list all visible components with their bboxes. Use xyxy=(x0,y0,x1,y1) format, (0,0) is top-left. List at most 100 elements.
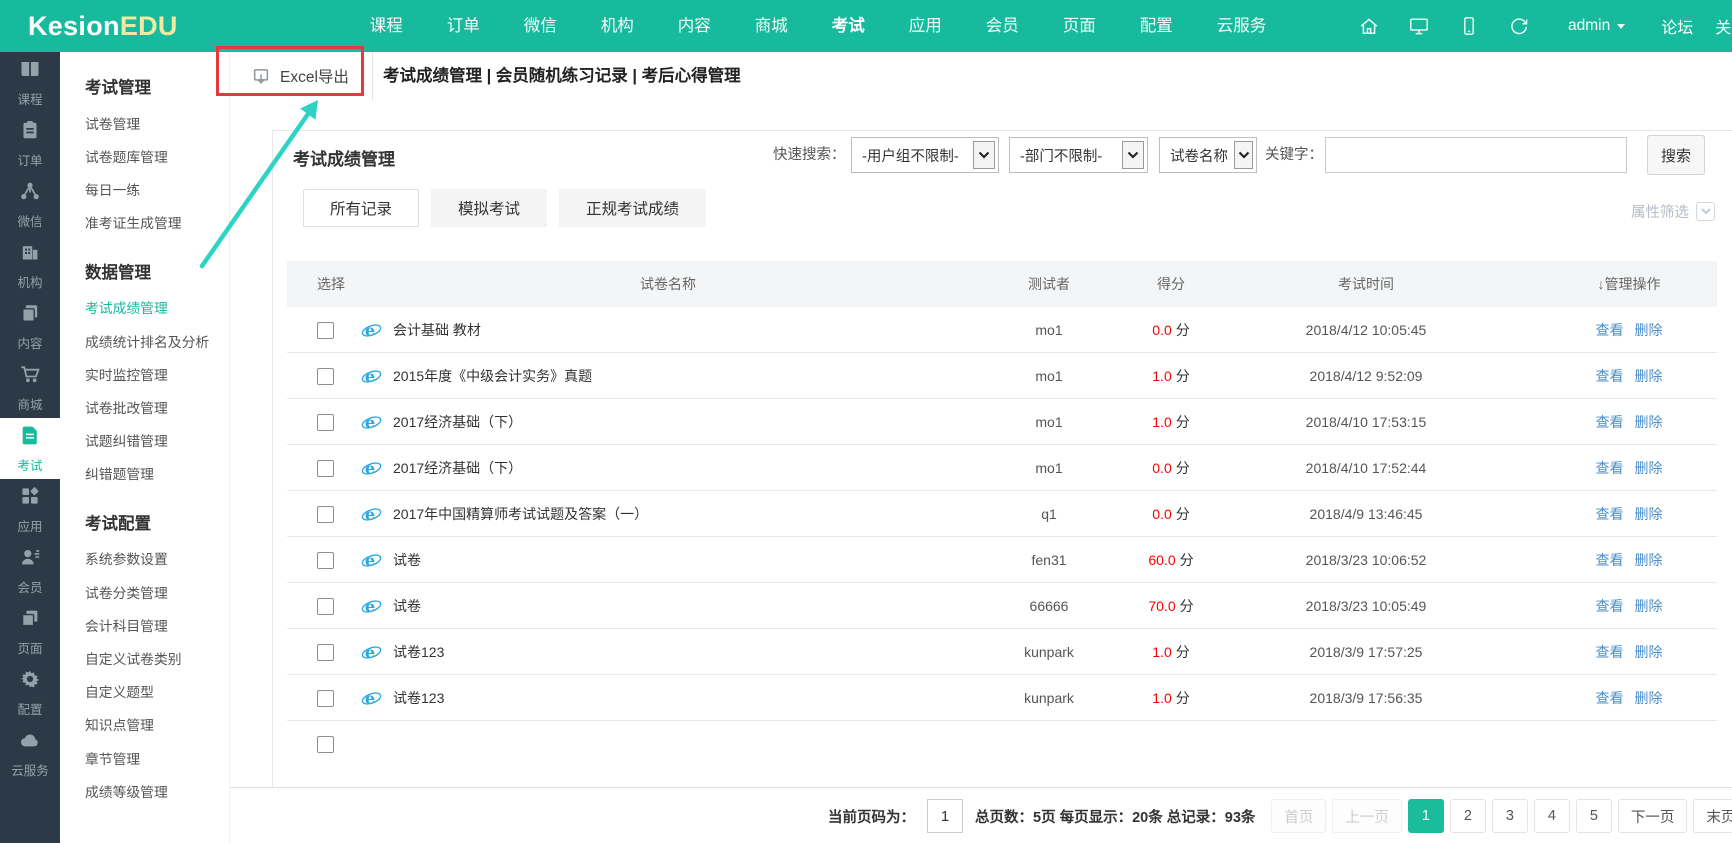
home-icon[interactable] xyxy=(1358,15,1380,37)
page-button-2[interactable]: 2 xyxy=(1450,799,1486,833)
svg-text:e: e xyxy=(365,550,375,569)
excel-export-button[interactable]: Excel导出 xyxy=(252,52,349,100)
tab-2[interactable]: 正规考试成绩 xyxy=(559,189,706,227)
forum-link[interactable]: 论坛 xyxy=(1661,14,1693,38)
row-checkbox[interactable] xyxy=(317,690,334,707)
sidebar-item-1[interactable]: 订单 xyxy=(0,113,60,174)
delete-link[interactable]: 删除 xyxy=(1635,458,1663,478)
sidebar-item-0[interactable]: 课程 xyxy=(0,52,60,113)
delete-link[interactable]: 删除 xyxy=(1635,550,1663,570)
search-field-select[interactable]: 试卷名称 xyxy=(1159,137,1257,173)
delete-link[interactable]: 删除 xyxy=(1635,366,1663,386)
topnav-item-1[interactable]: 订单 xyxy=(425,0,502,52)
row-checkbox[interactable] xyxy=(317,506,334,523)
sidebar-item-9[interactable]: 页面 xyxy=(0,601,60,662)
page-button-4[interactable]: 4 xyxy=(1534,799,1570,833)
department-select[interactable]: -部门不限制- xyxy=(1009,137,1148,173)
search-button[interactable]: 搜索 xyxy=(1647,135,1705,175)
submenu-item-2-0[interactable]: 系统参数设置 xyxy=(85,542,229,575)
submenu-item-2-4[interactable]: 自定义题型 xyxy=(85,675,229,708)
topnav-item-7[interactable]: 应用 xyxy=(887,0,964,52)
row-checkbox[interactable] xyxy=(317,414,334,431)
tab-1[interactable]: 模拟考试 xyxy=(431,189,547,227)
page-button-3[interactable]: 3 xyxy=(1492,799,1528,833)
topnav-item-11[interactable]: 云服务 xyxy=(1195,0,1289,52)
submenu-item-2-6[interactable]: 章节管理 xyxy=(85,741,229,774)
topnav-item-6[interactable]: 考试 xyxy=(810,0,887,52)
page-button-末页[interactable]: 末页 xyxy=(1693,799,1732,833)
topnav-item-8[interactable]: 会员 xyxy=(964,0,1041,52)
view-link[interactable]: 查看 xyxy=(1596,320,1624,340)
delete-link[interactable]: 删除 xyxy=(1635,688,1663,708)
submenu-item-2-3[interactable]: 自定义试卷类别 xyxy=(85,641,229,674)
topnav-item-0[interactable]: 课程 xyxy=(348,0,425,52)
submenu-item-1-1[interactable]: 成绩统计排名及分析 xyxy=(85,324,229,357)
delete-link[interactable]: 删除 xyxy=(1635,596,1663,616)
topnav-item-2[interactable]: 微信 xyxy=(502,0,579,52)
refresh-icon[interactable] xyxy=(1508,15,1530,37)
submenu-item-0-1[interactable]: 试卷题库管理 xyxy=(85,139,229,172)
sidebar-item-2[interactable]: 微信 xyxy=(0,174,60,235)
view-link[interactable]: 查看 xyxy=(1596,688,1624,708)
current-page-input[interactable] xyxy=(927,799,963,833)
page-button-下一页[interactable]: 下一页 xyxy=(1618,799,1688,833)
submenu-item-1-0[interactable]: 考试成绩管理 xyxy=(85,291,229,324)
submenu-item-2-7[interactable]: 成绩等级管理 xyxy=(85,774,229,807)
view-link[interactable]: 查看 xyxy=(1596,596,1624,616)
submenu-item-2-5[interactable]: 知识点管理 xyxy=(85,708,229,741)
attribute-filter-toggle[interactable]: 属性筛选 xyxy=(1631,201,1715,222)
usergroup-select[interactable]: -用户组不限制- xyxy=(851,137,999,173)
row-checkbox[interactable] xyxy=(317,552,334,569)
admin-user-menu[interactable]: admin xyxy=(1568,17,1625,35)
submenu-item-2-1[interactable]: 试卷分类管理 xyxy=(85,575,229,608)
row-checkbox[interactable] xyxy=(317,644,334,661)
sidebar-item-label: 配置 xyxy=(17,699,42,718)
sidebar-item-4[interactable]: 内容 xyxy=(0,296,60,357)
tab-0[interactable]: 所有记录 xyxy=(303,189,419,227)
view-link[interactable]: 查看 xyxy=(1596,366,1624,386)
view-link[interactable]: 查看 xyxy=(1596,504,1624,524)
delete-link[interactable]: 删除 xyxy=(1635,412,1663,432)
sidebar-item-7[interactable]: 应用 xyxy=(0,479,60,540)
submenu-item-1-3[interactable]: 试卷批改管理 xyxy=(85,390,229,423)
sidebar-item-5[interactable]: 商城 xyxy=(0,357,60,418)
sidebar-item-11[interactable]: 云服务 xyxy=(0,723,60,784)
topnav-item-cut[interactable]: 关 xyxy=(1715,14,1731,38)
sidebar-item-10[interactable]: 配置 xyxy=(0,662,60,723)
delete-link[interactable]: 删除 xyxy=(1635,642,1663,662)
breadcrumb: 考试成绩管理 | 会员随机练习记录 | 考后心得管理 xyxy=(383,52,741,100)
topnav-item-5[interactable]: 商城 xyxy=(733,0,810,52)
view-link[interactable]: 查看 xyxy=(1596,642,1624,662)
submenu-item-1-4[interactable]: 试题纠错管理 xyxy=(85,424,229,457)
page-button-1[interactable]: 1 xyxy=(1408,799,1444,833)
submenu-item-0-0[interactable]: 试卷管理 xyxy=(85,106,229,139)
sidebar-item-8[interactable]: 会员 xyxy=(0,540,60,601)
submenu-item-1-2[interactable]: 实时监控管理 xyxy=(85,357,229,390)
view-link[interactable]: 查看 xyxy=(1596,412,1624,432)
delete-link[interactable]: 删除 xyxy=(1635,504,1663,524)
keyword-input[interactable] xyxy=(1325,137,1627,173)
submenu-item-0-2[interactable]: 每日一练 xyxy=(85,172,229,205)
view-link[interactable]: 查看 xyxy=(1596,550,1624,570)
topnav-item-4[interactable]: 内容 xyxy=(656,0,733,52)
page-button-5[interactable]: 5 xyxy=(1576,799,1612,833)
sidebar-item-6[interactable]: 考试 xyxy=(0,418,60,479)
monitor-icon[interactable] xyxy=(1408,15,1430,37)
tester-cell: mo1 xyxy=(1035,445,1062,491)
row-checkbox[interactable] xyxy=(317,736,334,753)
submenu-item-2-2[interactable]: 会计科目管理 xyxy=(85,608,229,641)
view-link[interactable]: 查看 xyxy=(1596,458,1624,478)
submenu-item-1-5[interactable]: 纠错题管理 xyxy=(85,457,229,490)
topnav-item-10[interactable]: 配置 xyxy=(1118,0,1195,52)
row-checkbox[interactable] xyxy=(317,598,334,615)
ie-browser-icon: e xyxy=(361,504,382,525)
topnav-item-9[interactable]: 页面 xyxy=(1041,0,1118,52)
row-checkbox[interactable] xyxy=(317,368,334,385)
submenu-item-0-3[interactable]: 准考证生成管理 xyxy=(85,206,229,239)
delete-link[interactable]: 删除 xyxy=(1635,320,1663,340)
mobile-icon[interactable] xyxy=(1458,15,1480,37)
row-checkbox[interactable] xyxy=(317,460,334,477)
sidebar-item-3[interactable]: 机构 xyxy=(0,235,60,296)
topnav-item-3[interactable]: 机构 xyxy=(579,0,656,52)
row-checkbox[interactable] xyxy=(317,322,334,339)
